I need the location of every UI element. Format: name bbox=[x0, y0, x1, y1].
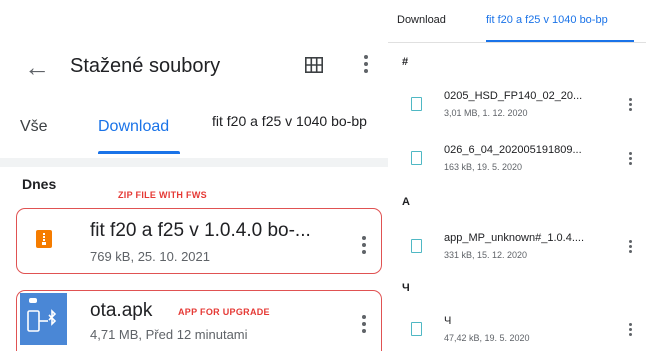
android-bluetooth-icon bbox=[20, 293, 67, 345]
tab-download[interactable]: Download bbox=[98, 118, 169, 136]
file-more-icon[interactable] bbox=[629, 240, 633, 255]
file-meta: 4,71 MB, Před 12 minutami bbox=[90, 327, 248, 342]
section-header-today: Dnes bbox=[22, 176, 57, 192]
file-name[interactable]: 026_6_04_202005191809... bbox=[444, 144, 582, 156]
divider bbox=[388, 42, 646, 43]
zip-icon bbox=[36, 230, 52, 248]
active-tab-indicator bbox=[486, 40, 634, 42]
annotation-zip: ZIP FILE WITH FWS bbox=[118, 190, 207, 200]
file-meta: 3,01 MB, 1. 12. 2020 bbox=[444, 108, 528, 118]
file-name: fit f20 a f25 v 1.0.4.0 bo-... bbox=[90, 220, 311, 241]
tab-fit-folder[interactable]: fit f20 a f25 v 1040 bo-bp bbox=[486, 14, 608, 26]
active-tab-indicator bbox=[98, 151, 180, 154]
file-more-icon[interactable] bbox=[629, 323, 633, 338]
tab-download[interactable]: Download bbox=[397, 14, 446, 26]
file-meta: 769 kB, 25. 10. 2021 bbox=[90, 249, 210, 264]
annotation-apk: APP FOR UPGRADE bbox=[178, 307, 270, 317]
file-more-icon[interactable] bbox=[362, 315, 366, 336]
document-icon bbox=[411, 151, 422, 165]
document-icon bbox=[411, 97, 422, 111]
section-header: # bbox=[402, 56, 409, 68]
section-header: Ч bbox=[402, 282, 410, 294]
section-header: A bbox=[402, 196, 410, 208]
grid-view-icon[interactable] bbox=[305, 57, 323, 73]
file-name: ota.apk bbox=[90, 300, 153, 321]
divider bbox=[0, 158, 388, 167]
file-more-icon[interactable] bbox=[629, 98, 633, 113]
document-icon bbox=[411, 322, 422, 336]
file-name[interactable]: app_MP_unknown#_1.0.4.... bbox=[444, 232, 584, 244]
back-arrow-icon[interactable]: ← bbox=[24, 54, 50, 80]
tab-fit-folder[interactable]: fit f20 a f25 v 1040 bo-bp bbox=[212, 113, 367, 129]
document-icon bbox=[411, 239, 422, 253]
file-more-icon[interactable] bbox=[362, 236, 366, 257]
file-name[interactable]: 0205_HSD_FP140_02_20... bbox=[444, 90, 582, 102]
file-meta: 47,42 kB, 19. 5. 2020 bbox=[444, 333, 530, 343]
tab-all[interactable]: Vše bbox=[20, 118, 48, 136]
more-options-icon[interactable] bbox=[364, 55, 368, 76]
page-title: Stažené soubory bbox=[70, 55, 221, 77]
file-more-icon[interactable] bbox=[629, 152, 633, 167]
file-name[interactable]: Ч bbox=[444, 315, 451, 327]
file-meta: 163 kB, 19. 5. 2020 bbox=[444, 162, 523, 172]
file-meta: 331 kB, 15. 12. 2020 bbox=[444, 250, 528, 260]
